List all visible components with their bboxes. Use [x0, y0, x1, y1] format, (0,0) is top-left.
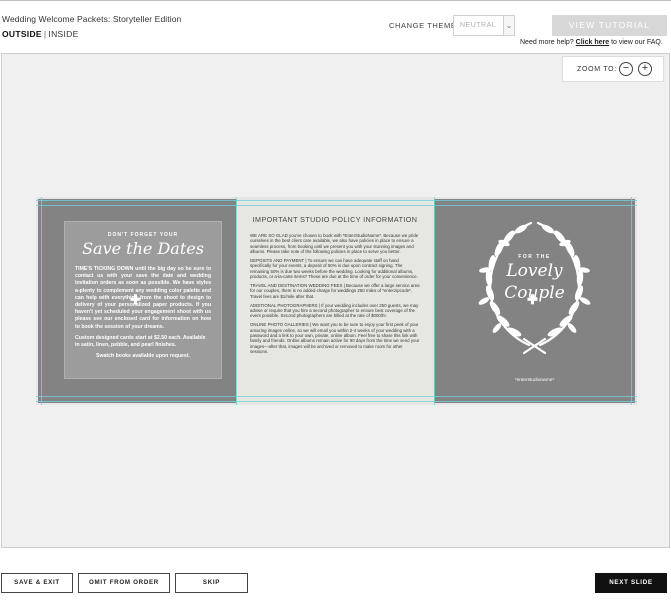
top-border — [0, 0, 671, 1]
policy-text: WE ARE SO GLAD you've chosen to book wit… — [250, 233, 420, 358]
studio-name: *enterstudioname* — [514, 378, 555, 383]
theme-label: CHANGE THEME: — [389, 21, 460, 30]
skip-button[interactable]: SKIP — [175, 573, 248, 593]
guide-line — [236, 197, 237, 405]
preview-canvas: ZOOM TO: − + DON'T FORGET YOUR Save the … — [1, 53, 670, 548]
view-outside-tab[interactable]: OUTSIDE — [2, 29, 42, 39]
move-icon[interactable]: ✚ — [130, 293, 141, 306]
guide-line — [36, 396, 637, 397]
policy-title: IMPORTANT STUDIO POLICY INFORMATION — [252, 215, 418, 224]
zoom-out-icon[interactable]: − — [619, 62, 633, 76]
policy-paragraph: TRAVEL AND DESTINATION WEDDING FEES | Be… — [250, 282, 420, 299]
zoom-label: ZOOM TO: — [577, 66, 617, 73]
policy-paragraph: DEPOSITS AND PAYMENT | To ensure we can … — [250, 257, 418, 279]
help-prefix: Need more help? — [520, 39, 574, 46]
page-title: Wedding Welcome Packets: Storyteller Edi… — [2, 14, 182, 24]
middle-panel[interactable]: IMPORTANT STUDIO POLICY INFORMATION WE A… — [236, 199, 434, 403]
view-separator: | — [43, 29, 47, 39]
card-script-title: Save the Dates — [82, 239, 204, 258]
guide-line — [41, 197, 42, 405]
move-icon[interactable]: ✚ — [527, 293, 538, 306]
card-swatch-text: Swatch books available upon request. — [96, 352, 190, 359]
theme-select-value: NEUTRAL — [460, 22, 497, 29]
brochure-sheet: DON'T FORGET YOUR Save the Dates TIME'S … — [36, 197, 637, 405]
card-body-text: TIME'S TICKING DOWN until the big day so… — [75, 266, 211, 330]
view-switcher: OUTSIDE | INSIDE — [2, 29, 79, 39]
left-panel[interactable]: DON'T FORGET YOUR Save the Dates TIME'S … — [38, 199, 236, 403]
save-exit-button[interactable]: SAVE & EXIT — [1, 573, 73, 593]
chevron-down-icon: ⌄ — [503, 16, 514, 35]
guide-line — [36, 401, 637, 402]
view-tutorial-button[interactable]: VIEW TUTORIAL — [552, 15, 667, 36]
next-slide-button[interactable]: NEXT SLIDE — [595, 573, 667, 593]
policy-paragraph: ADDITIONAL PHOTOGRAPHERS | If your weddi… — [250, 302, 419, 319]
guide-line — [36, 200, 637, 201]
card-price-text: Custom designed cards start at $2.50 eac… — [75, 334, 206, 348]
save-the-dates-card: DON'T FORGET YOUR Save the Dates TIME'S … — [64, 221, 222, 379]
right-panel[interactable]: FOR THE Lovely Couple ✚ *enterstudioname… — [434, 199, 635, 403]
for-the-text: FOR THE — [518, 254, 551, 260]
omit-from-order-button[interactable]: OMIT FROM ORDER — [78, 573, 170, 593]
lovely-script: Lovely — [506, 261, 563, 281]
zoom-in-icon[interactable]: + — [638, 62, 652, 76]
guide-line — [36, 205, 637, 206]
help-suffix: to view our FAQ. — [611, 39, 663, 46]
faq-link[interactable]: Click here — [576, 39, 609, 46]
guide-line — [434, 197, 435, 405]
card-kicker: DON'T FORGET YOUR — [107, 232, 179, 238]
policy-paragraph: WE ARE SO GLAD you've chosen to book wit… — [250, 233, 419, 254]
view-inside-tab[interactable]: INSIDE — [48, 29, 78, 39]
help-text: Need more help? Click here to view our F… — [520, 39, 663, 46]
theme-select[interactable]: NEUTRAL ⌄ — [453, 15, 515, 36]
policy-paragraph: ONLINE PHOTO GALLERIES | We want you to … — [250, 322, 420, 354]
guide-line — [631, 197, 632, 405]
zoom-control: ZOOM TO: − + — [562, 56, 664, 82]
